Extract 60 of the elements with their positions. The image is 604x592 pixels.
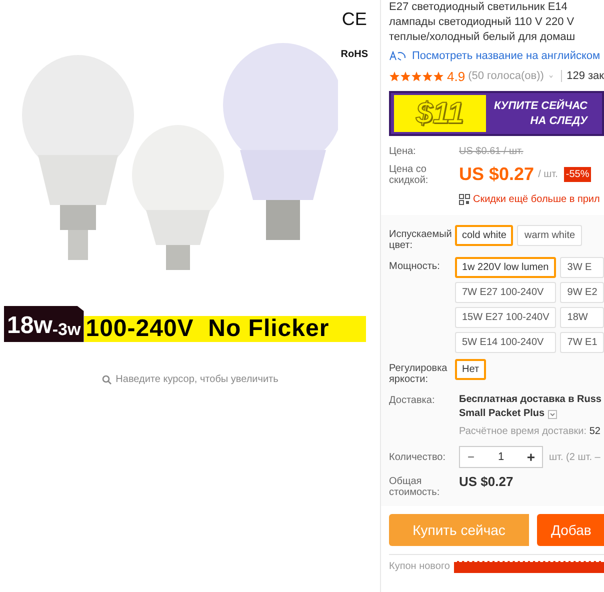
chevron-down-icon[interactable] <box>548 74 554 79</box>
option-label: Мощность: <box>389 260 441 274</box>
star-icon <box>422 70 433 82</box>
quantity-label: Количество: <box>389 450 446 464</box>
option-chip[interactable]: Нет <box>455 359 486 380</box>
discount-price: US $0.27 <box>459 163 534 186</box>
discount-price-label: Цена со скидкой: <box>389 164 430 186</box>
promo-text: КУПИТЕ СЕЙЧАС <box>494 98 588 114</box>
option-chip[interactable]: 9W E2 <box>560 282 604 303</box>
delivery-estimate-label: Расчётное время доставки: <box>459 426 587 437</box>
star-icon <box>400 70 411 82</box>
star-icon <box>411 70 422 82</box>
app-discount-note[interactable]: Скидки ещё больше в прил <box>473 192 600 207</box>
option-chip[interactable]: 3W E <box>560 257 604 278</box>
increment-button[interactable]: + <box>520 446 542 468</box>
delivery-info: Бесплатная доставка в Russ <box>459 393 602 407</box>
delivery-estimate: 52 <box>589 426 600 437</box>
promo-text: НА СЛЕДУ <box>530 114 588 128</box>
wattage-label: 18w-3w <box>4 306 84 342</box>
quantity-input[interactable]: 1 <box>482 448 520 466</box>
translate-icon <box>389 50 407 62</box>
product-title: лампады светодиодный 110 V 220 V <box>389 15 576 30</box>
product-title: теплые/холодный белый для домаш <box>389 30 576 45</box>
search-icon <box>102 374 112 384</box>
promo-banner[interactable]: $11 КУПИТЕ СЕЙЧАС НА СЛЕДУ <box>389 91 604 136</box>
translate-link[interactable]: Посмотреть название на английском <box>412 48 600 64</box>
promo-amount: $11 <box>394 95 486 132</box>
shipping-method: Small Packet Plus <box>459 407 545 421</box>
total-price: US $0.27 <box>459 473 514 492</box>
coupon-card[interactable] <box>454 560 604 572</box>
option-chip[interactable]: 7W E27 100-240V <box>455 282 556 303</box>
option-chip[interactable]: 7W E1 <box>560 332 604 353</box>
zoom-hint: Наведите курсор, чтобы увеличить <box>116 373 278 387</box>
option-chip[interactable]: cold white <box>455 225 514 246</box>
qr-code-icon <box>459 194 470 205</box>
total-label: Общая стоимость: <box>389 476 441 498</box>
banner-text: 100-240V No Flicker <box>84 316 366 342</box>
star-icon <box>389 70 400 82</box>
option-chip[interactable]: warm white <box>517 225 582 246</box>
delivery-label: Доставка: <box>389 394 436 408</box>
option-chip[interactable]: 18W <box>560 307 604 328</box>
option-label: Испускаемый цвет: <box>389 228 453 251</box>
chevron-down-icon[interactable] <box>548 410 557 418</box>
price-unit: / шт. <box>538 168 558 182</box>
product-title: E27 светодиодный светильник E14 <box>389 0 568 15</box>
coupon-label: Купон нового <box>389 560 450 574</box>
option-chip[interactable]: 15W E27 100-240V <box>455 307 556 328</box>
price-label: Цена: <box>389 145 417 159</box>
quantity-note: шт. (2 шт. – <box>549 450 600 464</box>
order-count: 129 зак <box>566 69 604 84</box>
rating-score: 4.9 <box>447 68 466 86</box>
option-label: Регулировка яркости: <box>389 362 448 385</box>
certification-mark: CE <box>342 8 367 31</box>
discount-badge: -55% <box>564 167 592 182</box>
option-chip[interactable]: 5W E14 100-240V <box>455 332 556 353</box>
old-price: US $0.61 / шт. <box>459 145 524 159</box>
star-icon <box>433 70 444 82</box>
certification-mark: RoHS <box>340 48 368 62</box>
decrement-button[interactable]: − <box>460 448 482 466</box>
option-chip[interactable]: 1w 220V low lumen <box>455 257 556 278</box>
